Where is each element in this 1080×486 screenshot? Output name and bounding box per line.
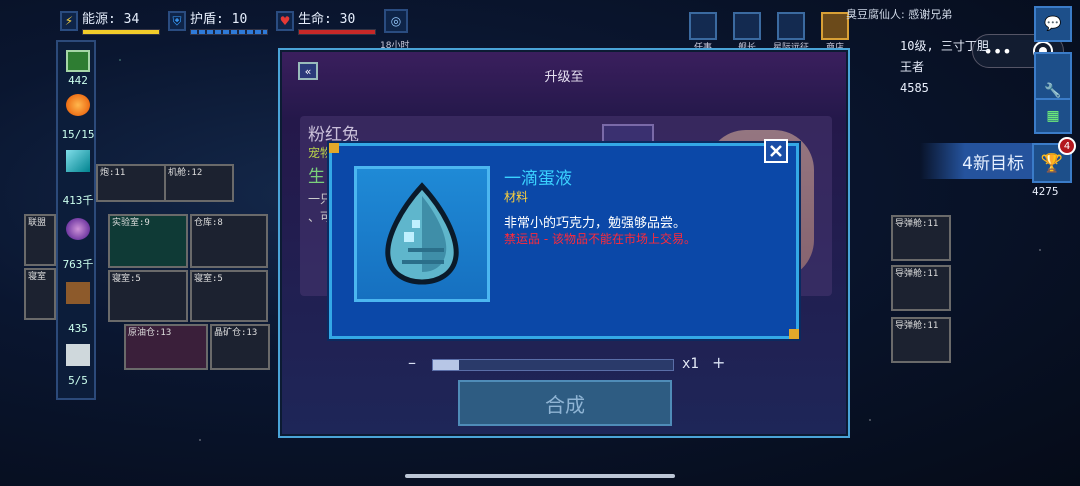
- room-missile-3[interactable]: 导弹舱:11: [891, 317, 951, 363]
- life-label: 生命: 30: [298, 11, 356, 27]
- quantity-slider[interactable]: [432, 359, 674, 371]
- chat-message: 臭豆腐仙人: 感谢兄弟: [846, 8, 953, 21]
- room-storage[interactable]: 仓库:8: [190, 214, 268, 268]
- room-missile-2[interactable]: 导弹舱:11: [891, 265, 951, 311]
- res-drone: 5/5: [68, 374, 88, 387]
- gear-icon[interactable]: [777, 12, 805, 40]
- score: 4585: [900, 81, 929, 95]
- room-label: 仓库:8: [194, 218, 223, 228]
- item-type: 材料: [504, 190, 529, 204]
- timer-stat[interactable]: ◎: [384, 9, 408, 33]
- trophy-icon: 🏆: [1040, 152, 1064, 174]
- tool-captain[interactable]: 舰长: [729, 12, 765, 53]
- room-engine[interactable]: 机舱:12: [164, 164, 234, 202]
- room-label: 寝室: [28, 272, 47, 282]
- shield-icon: ⛨: [168, 11, 186, 31]
- res-crew: 15/15: [61, 128, 95, 141]
- shield-bar: [190, 28, 268, 35]
- corner-ornament: [789, 329, 799, 339]
- tool-task[interactable]: 任事: [685, 12, 721, 53]
- slider-thumb[interactable]: [433, 360, 459, 370]
- craft-button[interactable]: 合成: [458, 380, 672, 426]
- lightning-icon: ⚡: [60, 11, 78, 31]
- player-ship: 炮:11 机舱:12 实验室:9 仓库:8 寝室:5 寝室:5 原油仓:13 晶…: [24, 160, 294, 375]
- close-icon: [770, 145, 782, 157]
- room-oil[interactable]: 原油仓:13: [124, 324, 208, 370]
- life-bar: [298, 28, 376, 35]
- pet-stat: 生: [308, 167, 325, 187]
- item-description: 非常小的巧克力，勉强够品尝。: [504, 216, 687, 231]
- life-stat: ♥ 生命: 30: [276, 8, 376, 35]
- heart-icon: ♥: [276, 11, 294, 31]
- rank-level: 10级, 三寸丁胆: [900, 39, 989, 53]
- room-label: 炮:11: [100, 168, 126, 178]
- rank-title: 王者: [900, 60, 925, 74]
- wrench-icon: 🔧: [1044, 83, 1062, 99]
- task-icon[interactable]: [689, 12, 717, 40]
- energy-stat: ⚡ 能源: 34: [60, 8, 160, 35]
- item-name: 一滴蛋液: [504, 169, 572, 189]
- chat-icon: 💬: [1044, 16, 1062, 32]
- room-dorm-1[interactable]: 寝室:5: [108, 270, 188, 322]
- item-tooltip: 一滴蛋液 材料 非常小的巧克力，勉强够品尝。 禁运品 - 该物品不能在市场上交易…: [329, 143, 799, 339]
- home-indicator[interactable]: [405, 474, 675, 478]
- close-button[interactable]: [764, 139, 788, 163]
- corner-ornament: [329, 143, 339, 153]
- map-icon: ▦: [1046, 108, 1060, 124]
- tool-expedition[interactable]: 星际远征: [773, 12, 809, 53]
- enemy-ship: 导弹舱:11 导弹舱:11 导弹舱:11: [845, 185, 955, 370]
- trophy-button[interactable]: 🏆 4: [1032, 137, 1076, 183]
- room-dorm-3[interactable]: 寝室: [24, 268, 56, 320]
- room-lab[interactable]: 实验室:9: [108, 214, 188, 268]
- room-label: 晶矿仓:13: [214, 328, 258, 338]
- top-hud: ⚡ 能源: 34 ⛨ 护盾: 10 ♥ 生命: 30 ◎: [60, 6, 408, 36]
- room-dorm-2[interactable]: 寝室:5: [190, 270, 268, 322]
- player-rank: 10级, 三寸丁胆 王者 4585: [900, 36, 989, 99]
- energy-label: 能源: 34: [82, 11, 140, 27]
- chest-icon[interactable]: [821, 12, 849, 40]
- pet-name: 粉红兔: [308, 125, 359, 145]
- map-button[interactable]: ▦: [1034, 98, 1072, 134]
- plane-icon[interactable]: [733, 12, 761, 40]
- egg-drop-icon: [385, 182, 459, 285]
- goal-badge: 4: [1058, 137, 1076, 155]
- room-label: 机舱:12: [168, 168, 203, 178]
- room-crystal[interactable]: 晶矿仓:13: [210, 324, 270, 370]
- room-label: 原油仓:13: [128, 328, 172, 338]
- new-goals-banner[interactable]: 4新目标: [920, 143, 1032, 179]
- energy-bar: [82, 28, 160, 35]
- item-frame: [354, 166, 490, 302]
- room-alliance[interactable]: 联盟: [24, 214, 56, 266]
- dialog-title: 升级至: [544, 70, 584, 85]
- room-label: 实验室:9: [112, 218, 150, 228]
- room-label: 寝室:5: [112, 274, 141, 284]
- res-cash: 442: [68, 74, 88, 87]
- item-warning: 禁运品 - 该物品不能在市场上交易。: [504, 232, 696, 246]
- quantity-label: x1: [682, 356, 699, 372]
- increase-button[interactable]: +: [712, 353, 725, 372]
- trophy-count: 4275: [1032, 185, 1059, 198]
- shield-label: 护盾: 10: [190, 11, 248, 27]
- crew-icon[interactable]: [66, 94, 90, 116]
- shield-stat: ⛨ 护盾: 10: [168, 8, 268, 35]
- radar-icon[interactable]: ◎: [384, 9, 408, 33]
- room-label: 导弹舱:11: [895, 219, 939, 229]
- chat-button[interactable]: 💬: [1034, 6, 1072, 42]
- room-label: 寝室:5: [194, 274, 223, 284]
- room-label: 导弹舱:11: [895, 269, 939, 279]
- room-label: 联盟: [28, 218, 47, 228]
- decrease-button[interactable]: –: [408, 353, 416, 372]
- top-tools: 任事 舰长 星际远征 商店: [685, 12, 853, 53]
- room-label: 导弹舱:11: [895, 321, 939, 331]
- room-missile-1[interactable]: 导弹舱:11: [891, 215, 951, 261]
- cash-icon[interactable]: [66, 50, 90, 72]
